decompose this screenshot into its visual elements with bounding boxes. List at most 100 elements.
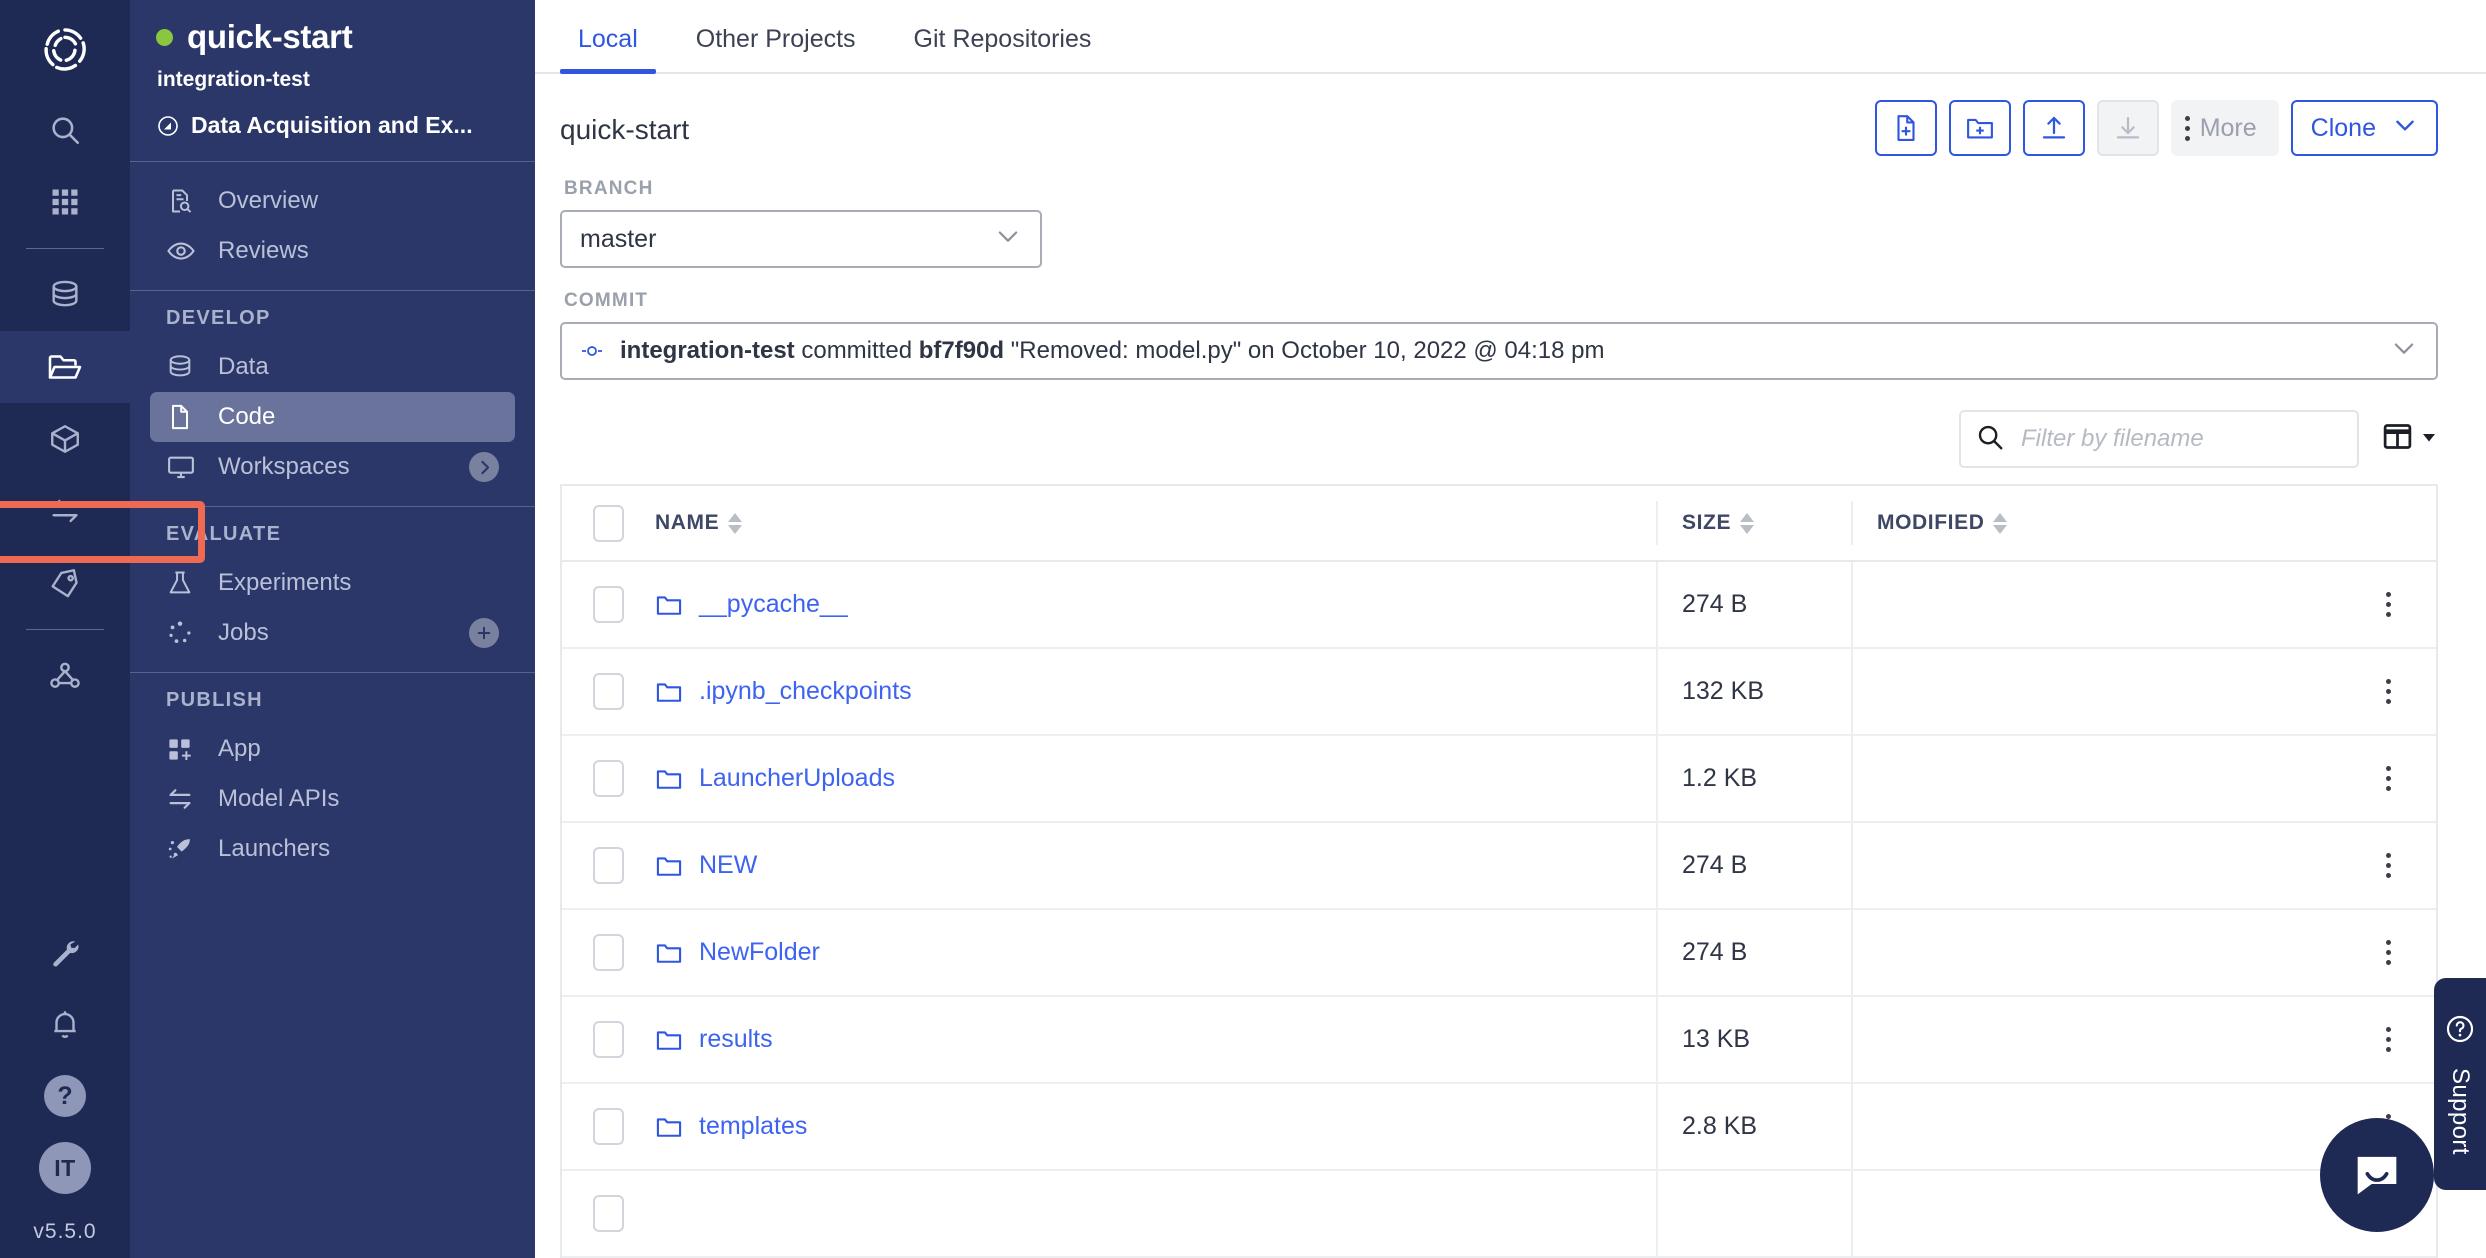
row-actions-button[interactable] xyxy=(2341,766,2436,791)
new-folder-button[interactable] xyxy=(1948,100,2011,156)
row-select-cell[interactable] xyxy=(562,1195,655,1232)
row-select-cell[interactable] xyxy=(562,1108,655,1145)
bell-icon[interactable] xyxy=(0,988,130,1060)
database-icon[interactable] xyxy=(0,259,130,331)
file-name-link[interactable]: NewFolder xyxy=(699,938,820,967)
tag-icon[interactable] xyxy=(0,547,130,619)
sidebar-item-reviews[interactable]: Reviews xyxy=(150,226,515,276)
tab-git-repositories[interactable]: Git Repositories xyxy=(896,25,1110,72)
row-checkbox[interactable] xyxy=(593,760,624,797)
sidebar-item-app[interactable]: App xyxy=(150,724,515,774)
file-size-value: 1.2 KB xyxy=(1682,764,1758,792)
chevron-right-icon[interactable] xyxy=(469,452,499,482)
sidebar-item-jobs[interactable]: Jobs xyxy=(150,608,515,658)
row-checkbox[interactable] xyxy=(593,1195,624,1232)
sort-icon[interactable] xyxy=(1993,512,2008,534)
sidebar-item-code[interactable]: Code xyxy=(150,392,515,442)
table-row[interactable]: __pycache__ 274 B xyxy=(562,562,2436,649)
new-file-button[interactable] xyxy=(1874,100,1937,156)
row-actions-button[interactable] xyxy=(2341,940,2436,965)
row-select-cell[interactable] xyxy=(562,1021,655,1058)
sort-icon[interactable] xyxy=(1740,512,1755,534)
wrench-icon[interactable] xyxy=(0,916,130,988)
file-name-link[interactable]: __pycache__ xyxy=(699,590,848,619)
file-name-cell[interactable]: LauncherUploads xyxy=(655,764,1656,793)
tab-other-projects[interactable]: Other Projects xyxy=(678,25,874,72)
row-select-cell[interactable] xyxy=(562,934,655,971)
row-checkbox[interactable] xyxy=(593,1021,624,1058)
domino-logo-icon[interactable] xyxy=(30,14,100,84)
clone-button[interactable]: Clone xyxy=(2290,100,2438,156)
search-icon[interactable] xyxy=(0,94,130,166)
file-icon xyxy=(166,403,200,431)
table-row[interactable]: templates 2.8 KB xyxy=(562,1084,2436,1171)
plus-icon[interactable] xyxy=(469,618,499,648)
file-name-link[interactable]: results xyxy=(699,1025,773,1054)
row-checkbox[interactable] xyxy=(593,847,624,884)
sidebar-item-launchers[interactable]: Launchers xyxy=(150,824,515,874)
sidebar-item-data[interactable]: Data xyxy=(150,342,515,392)
sidebar-item-overview[interactable]: Overview xyxy=(150,176,515,226)
row-select-cell[interactable] xyxy=(562,760,655,797)
sidebar-item-experiments[interactable]: Experiments xyxy=(150,558,515,608)
project-datasource-row[interactable]: Data Acquisition and Ex... xyxy=(156,112,509,139)
filter-input[interactable] xyxy=(2019,424,2343,454)
file-name-cell[interactable]: results xyxy=(655,1025,1656,1054)
table-row[interactable]: results 13 KB xyxy=(562,997,2436,1084)
file-name-cell[interactable]: NewFolder xyxy=(655,938,1656,967)
project-title-row[interactable]: quick-start xyxy=(156,18,509,56)
branch-select[interactable]: master xyxy=(560,210,1042,268)
help-icon[interactable]: ? xyxy=(0,1060,130,1132)
nav-spacer-top xyxy=(130,162,535,176)
table-row[interactable]: NEW 274 B xyxy=(562,823,2436,910)
column-header-modified[interactable]: MODIFIED xyxy=(1851,501,2341,545)
row-actions-button[interactable] xyxy=(2341,679,2436,704)
row-checkbox[interactable] xyxy=(593,586,624,623)
table-row-partial[interactable] xyxy=(562,1171,2436,1258)
tab-local[interactable]: Local xyxy=(560,25,656,74)
transfer-arrows-icon[interactable] xyxy=(0,475,130,547)
column-settings-button[interactable] xyxy=(2381,420,2438,458)
file-name-cell[interactable]: templates xyxy=(655,1112,1656,1141)
file-name-link[interactable]: NEW xyxy=(699,851,757,880)
file-name-cell[interactable]: .ipynb_checkpoints xyxy=(655,677,1656,706)
file-name-link[interactable]: LauncherUploads xyxy=(699,764,895,793)
file-name-link[interactable]: .ipynb_checkpoints xyxy=(699,677,912,706)
grid-apps-icon[interactable] xyxy=(0,166,130,238)
user-avatar[interactable]: IT xyxy=(0,1132,130,1204)
column-header-name[interactable]: NAME xyxy=(655,511,1656,535)
cube-icon[interactable] xyxy=(0,403,130,475)
folder-icon xyxy=(655,1113,683,1141)
network-nodes-icon[interactable] xyxy=(0,640,130,712)
table-row[interactable]: .ipynb_checkpoints 132 KB xyxy=(562,649,2436,736)
select-all-cell[interactable] xyxy=(562,504,655,542)
table-row[interactable]: NewFolder 274 B xyxy=(562,910,2436,997)
filter-search-box[interactable] xyxy=(1959,410,2359,468)
download-button[interactable] xyxy=(2096,100,2159,156)
row-select-cell[interactable] xyxy=(562,673,655,710)
file-name-link[interactable]: templates xyxy=(699,1112,807,1141)
table-row[interactable]: LauncherUploads 1.2 KB xyxy=(562,736,2436,823)
row-checkbox[interactable] xyxy=(593,934,624,971)
row-select-cell[interactable] xyxy=(562,586,655,623)
sidebar-item-workspaces[interactable]: Workspaces xyxy=(150,442,515,492)
row-checkbox[interactable] xyxy=(593,673,624,710)
row-select-cell[interactable] xyxy=(562,847,655,884)
sort-icon[interactable] xyxy=(728,512,743,534)
row-checkbox[interactable] xyxy=(593,1108,624,1145)
support-tab[interactable]: Support xyxy=(2434,978,2486,1190)
file-name-cell[interactable]: NEW xyxy=(655,851,1656,880)
intercom-chat-button[interactable] xyxy=(2320,1118,2434,1232)
folder-open-icon[interactable] xyxy=(0,331,130,403)
select-all-checkbox[interactable] xyxy=(593,504,624,542)
row-actions-button[interactable] xyxy=(2341,1027,2436,1052)
upload-button[interactable] xyxy=(2022,100,2085,156)
row-actions-button[interactable] xyxy=(2341,853,2436,878)
more-button[interactable]: More xyxy=(2170,100,2279,156)
file-name-cell[interactable]: __pycache__ xyxy=(655,590,1656,619)
column-header-size[interactable]: SIZE xyxy=(1656,501,1851,545)
rail-divider-2 xyxy=(26,629,104,630)
sidebar-item-model-apis[interactable]: Model APIs xyxy=(150,774,515,824)
commit-select[interactable]: integration-test committed bf7f90d "Remo… xyxy=(560,322,2438,380)
row-actions-button[interactable] xyxy=(2341,592,2436,617)
